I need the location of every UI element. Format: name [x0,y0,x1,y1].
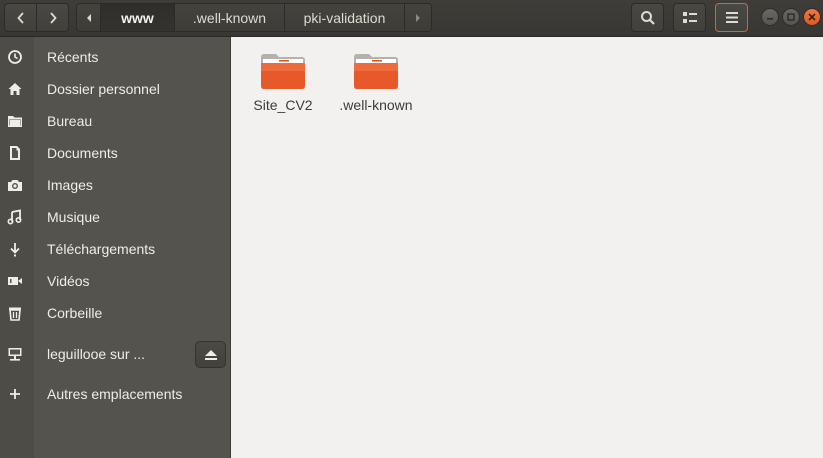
sidebar-item-label: Téléchargements [47,241,156,257]
path-scroll-left-button[interactable] [77,4,101,31]
home-icon [5,79,25,99]
sidebar-item-label: Images [47,177,93,193]
sidebar-item-documents[interactable]: Documents [0,138,231,168]
sidebar-item-videos[interactable]: Vidéos [0,266,231,296]
path-scroll-right-button[interactable] [405,4,431,31]
sidebar-item-label: Autres emplacements [47,386,183,402]
triangle-right-icon [416,13,420,22]
close-icon [808,13,816,21]
eject-icon [204,349,217,360]
document-icon [5,143,25,163]
hamburger-menu-icon [725,12,738,23]
forward-button[interactable] [36,3,69,32]
camera-icon [5,175,25,195]
sidebar-item-label: Dossier personnel [47,81,160,97]
sidebar-item-home[interactable]: Dossier personnel [0,74,231,104]
clock-icon [5,47,25,67]
sidebar-item-label: Bureau [47,113,93,129]
list-view-icon [682,11,697,23]
sidebar-item-label: Documents [47,145,118,161]
sidebar-item-other-locations[interactable]: Autres emplacements [0,379,231,409]
view-mode-button[interactable] [673,3,706,32]
download-icon [5,239,25,259]
close-button[interactable] [803,8,821,26]
folder-icon [354,54,398,89]
folder-icon [5,111,25,131]
path-bar: www .well-known pki-validation [76,3,432,32]
path-segment-well-known[interactable]: .well-known [175,4,285,31]
menu-button[interactable] [715,3,748,32]
folder-item[interactable]: Site_CV2 [243,51,323,121]
sidebar-item-label: Vidéos [47,273,90,289]
back-button[interactable] [4,3,37,32]
triangle-left-icon [86,13,91,22]
network-drive-icon [5,344,25,364]
folder-name: Site_CV2 [253,97,313,113]
header-bar: www .well-known pki-validation [0,0,823,37]
path-segment-www[interactable]: www [101,4,175,31]
minimize-button[interactable] [761,8,779,26]
folder-item[interactable]: .well-known [336,51,416,121]
sidebar-item-label: Récents [47,49,99,65]
plus-icon [5,384,25,404]
sidebar-item-recents[interactable]: Récents [0,42,231,72]
chevron-left-icon [16,11,24,24]
video-icon [5,271,25,291]
folder-name: .well-known [339,97,413,113]
eject-button[interactable] [195,341,226,368]
maximize-icon [787,13,795,21]
path-segment-pki-validation[interactable]: pki-validation [285,4,405,31]
maximize-button[interactable] [782,8,800,26]
folder-icon [261,54,305,89]
file-manager-window: www .well-known pki-validation Récents D… [0,0,823,458]
window-controls [761,8,821,26]
sidebar-item-label: Musique [47,209,100,225]
sidebar-item-label: leguillooe sur ... [47,346,146,362]
chevron-right-icon [49,11,57,24]
music-icon [5,207,25,227]
sidebar-item-trash[interactable]: Corbeille [0,298,231,328]
sidebar-item-network-mount[interactable]: leguillooe sur ... [0,339,231,369]
sidebar-item-images[interactable]: Images [0,170,231,200]
sidebar-item-label: Corbeille [47,305,103,321]
sidebar-item-downloads[interactable]: Téléchargements [0,234,231,264]
search-button[interactable] [631,3,664,32]
trash-icon [5,303,25,323]
search-icon [640,10,655,25]
sidebar: Récents Dossier personnel Bureau Documen… [0,37,231,458]
sidebar-item-music[interactable]: Musique [0,202,231,232]
file-view: Site_CV2 .well-known [232,37,823,458]
minimize-icon [767,18,773,20]
sidebar-item-desktop[interactable]: Bureau [0,106,231,136]
